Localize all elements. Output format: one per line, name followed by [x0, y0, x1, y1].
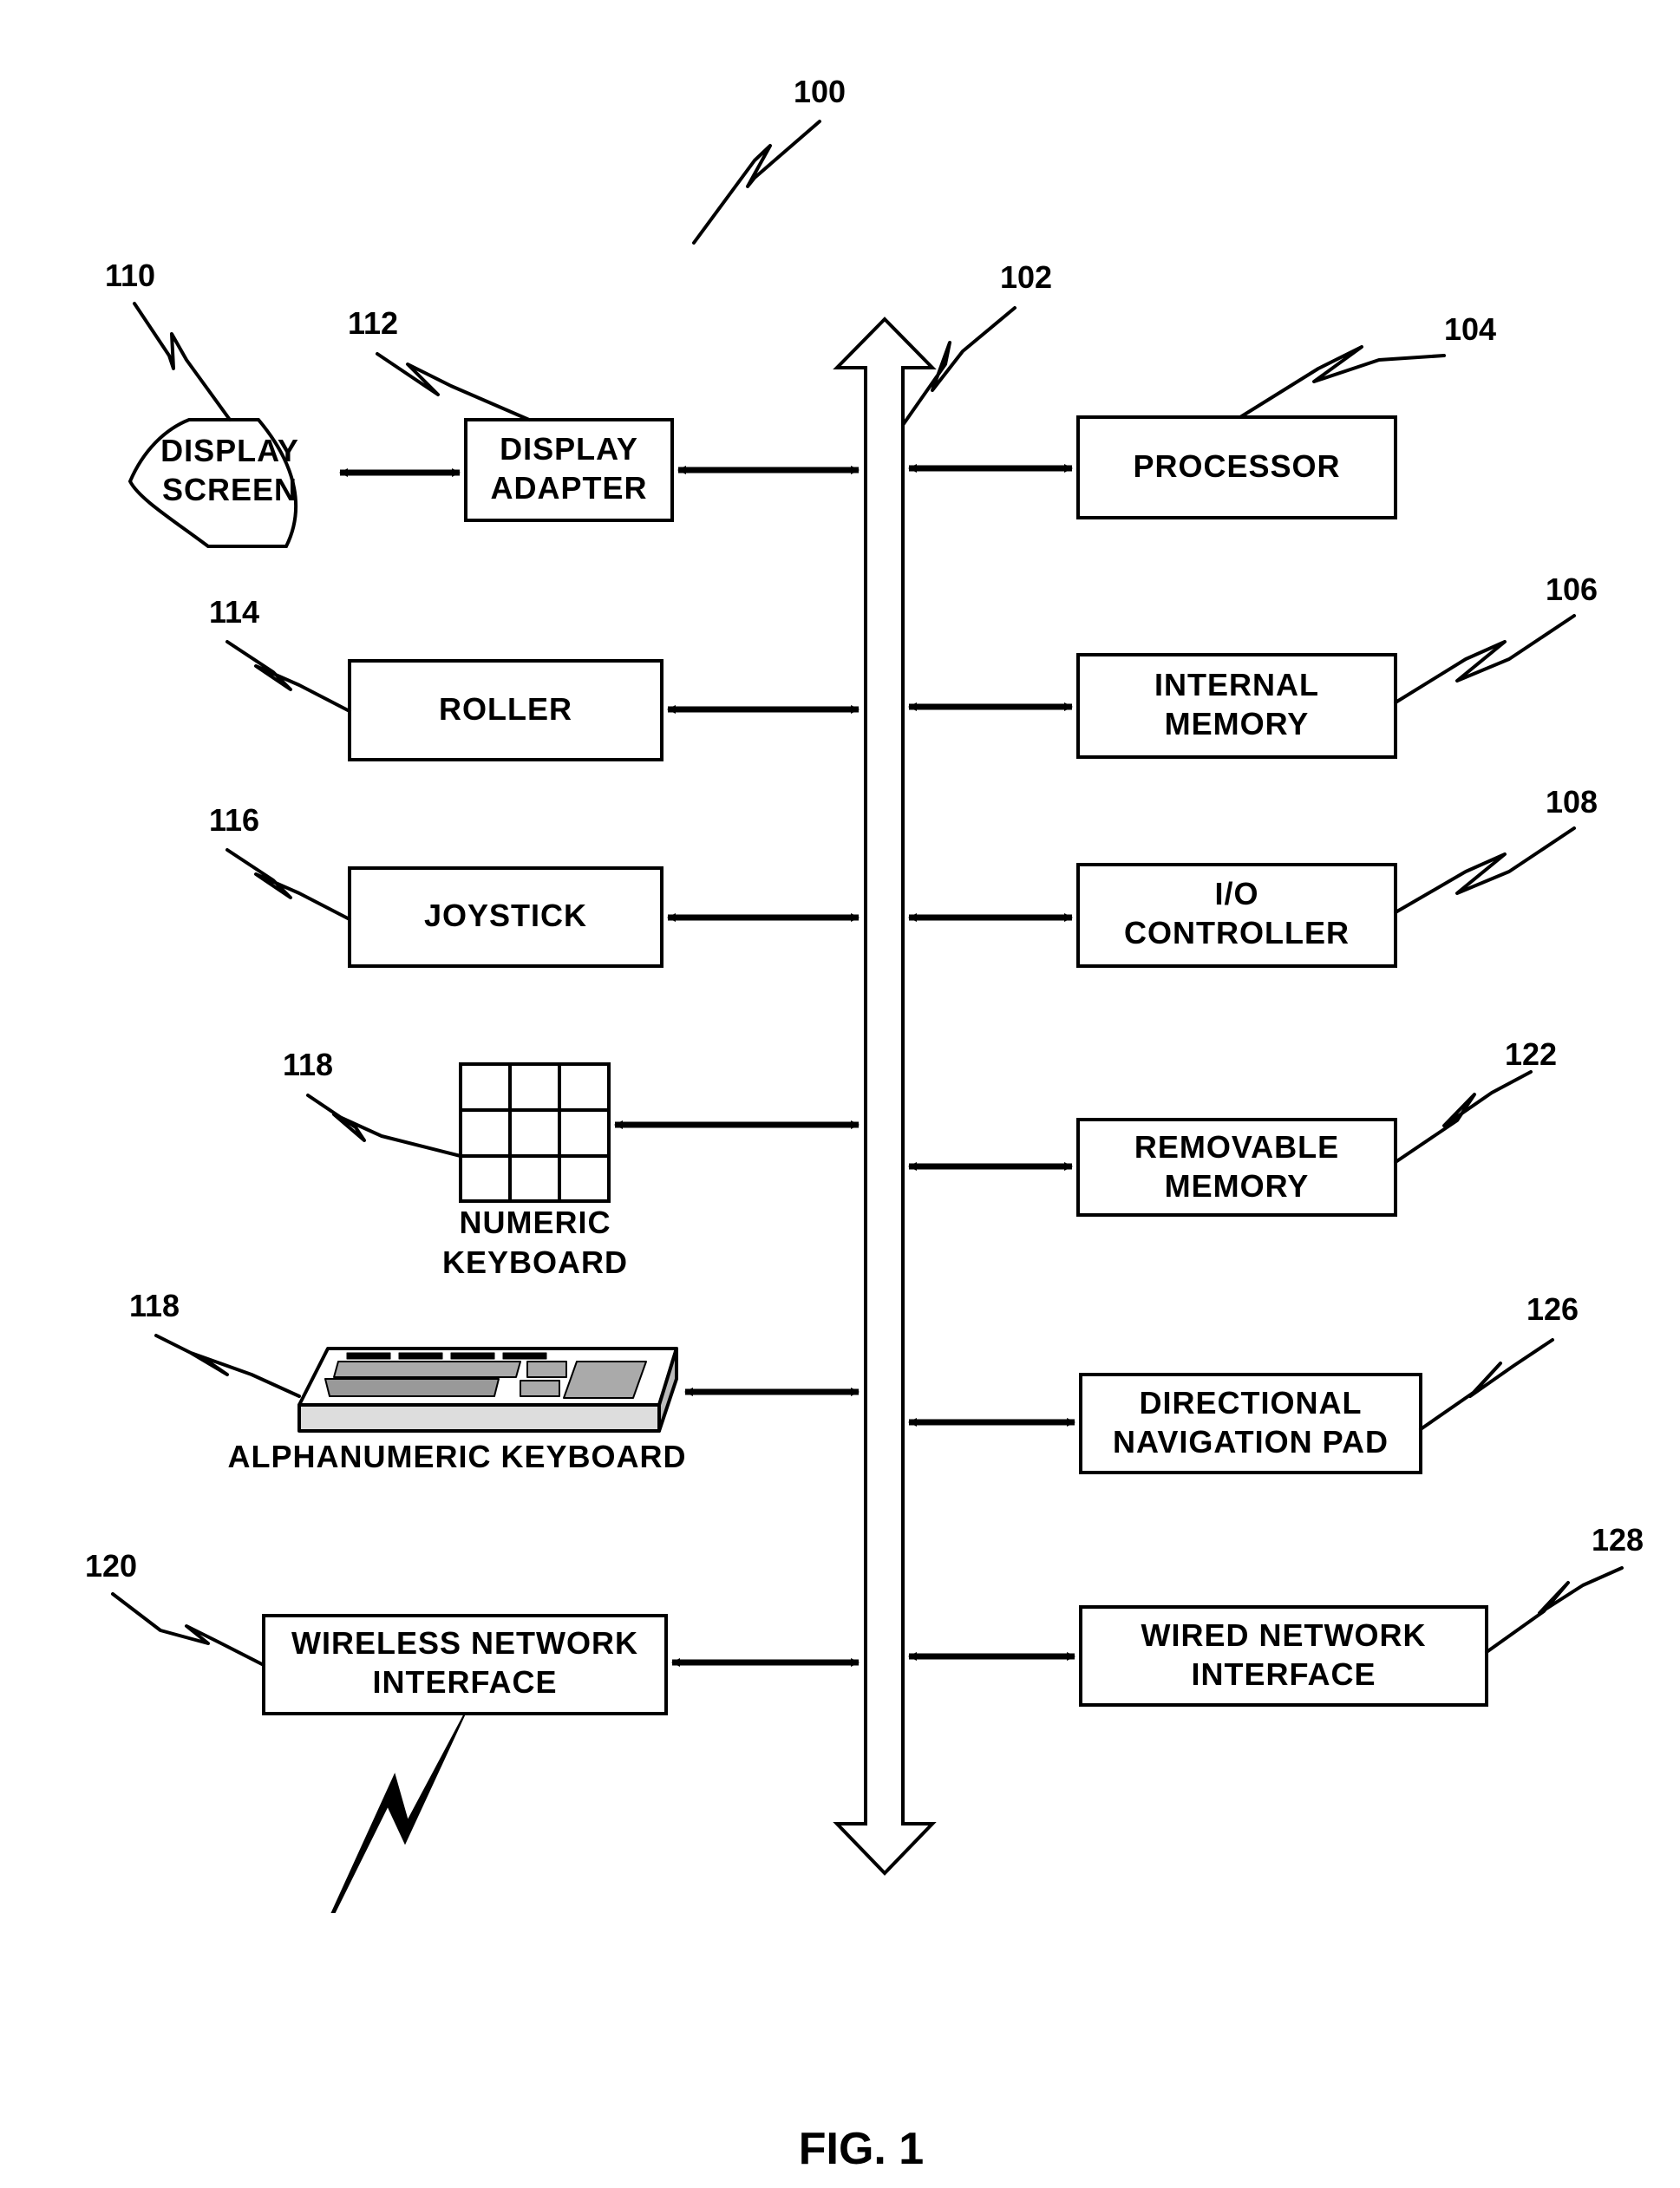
ref-label-116: 116	[209, 802, 259, 838]
leader-line-108	[1394, 826, 1576, 914]
ref-label-118-numeric: 118	[283, 1047, 333, 1082]
ref-label-128: 128	[1592, 1522, 1644, 1558]
numeric-keyboard-label-line2: KEYBOARD	[442, 1244, 628, 1280]
leader-line-128	[1485, 1566, 1624, 1654]
io-controller-label-line1: I/O	[1214, 876, 1258, 911]
leader-line-106	[1394, 614, 1576, 704]
directional-nav-pad-label-line2: NAVIGATION PAD	[1113, 1424, 1389, 1460]
leader-line-122	[1394, 1070, 1533, 1164]
leader-line-100	[692, 120, 821, 245]
wired-network-interface-label-line1: WIRED NETWORK	[1141, 1617, 1427, 1653]
system-block-diagram: 100 102 DISPLAY SCREEN 110 DISPLAY ADAPT…	[85, 74, 1644, 2174]
alphanumeric-keyboard-label: ALPHANUMERIC KEYBOARD	[227, 1439, 686, 1474]
ref-label-100: 100	[794, 74, 846, 109]
leader-line-118-alphanumeric	[154, 1334, 301, 1398]
io-controller-label-line2: CONTROLLER	[1124, 915, 1350, 950]
ref-label-102: 102	[1000, 259, 1052, 295]
leader-line-118-numeric	[306, 1094, 462, 1158]
wireless-signal-lightning-icon	[330, 1713, 466, 1913]
ref-label-126: 126	[1526, 1291, 1579, 1327]
processor-label: PROCESSOR	[1133, 448, 1340, 484]
leader-line-114	[226, 640, 351, 713]
leader-line-116	[226, 848, 351, 921]
internal-memory-label-line1: INTERNAL	[1154, 667, 1319, 702]
roller-label: ROLLER	[439, 691, 572, 727]
ref-label-122: 122	[1505, 1036, 1557, 1072]
removable-memory-label-line1: REMOVABLE	[1134, 1129, 1339, 1165]
removable-memory-label-line2: MEMORY	[1165, 1168, 1310, 1204]
display-screen-label-line1: DISPLAY	[160, 433, 299, 468]
system-bus-arrow	[833, 317, 937, 1876]
ref-label-112: 112	[348, 305, 398, 341]
wireless-network-interface-label-line1: WIRELESS NETWORK	[291, 1625, 638, 1661]
ref-label-108: 108	[1546, 784, 1598, 820]
leader-line-110	[133, 302, 232, 421]
figure-caption: FIG. 1	[799, 2124, 924, 2174]
joystick-label: JOYSTICK	[424, 898, 587, 933]
leader-line-104	[1239, 345, 1446, 419]
ref-label-104: 104	[1444, 311, 1496, 347]
internal-memory-label-line2: MEMORY	[1165, 706, 1310, 741]
numeric-keyboard-label-line1: NUMERIC	[460, 1205, 611, 1240]
alphanumeric-keyboard-icon	[297, 1347, 678, 1433]
directional-nav-pad-label-line1: DIRECTIONAL	[1140, 1385, 1363, 1421]
ref-label-110: 110	[105, 258, 155, 293]
leader-line-112	[376, 352, 531, 421]
wired-network-interface-label-line2: INTERFACE	[1191, 1656, 1376, 1692]
ref-label-118-alphanumeric: 118	[129, 1288, 180, 1323]
leader-line-120	[111, 1592, 265, 1667]
ref-label-106: 106	[1546, 571, 1598, 607]
ref-label-120: 120	[85, 1548, 137, 1584]
wireless-network-interface-label-line2: INTERFACE	[372, 1664, 557, 1700]
ref-label-114: 114	[209, 594, 259, 630]
display-adapter-label-line2: ADAPTER	[490, 470, 647, 506]
display-adapter-label-line1: DISPLAY	[500, 431, 638, 467]
numeric-keyboard-grid	[459, 1062, 611, 1203]
leader-line-126	[1419, 1338, 1554, 1431]
display-screen-label-line2: SCREEN	[162, 472, 297, 507]
